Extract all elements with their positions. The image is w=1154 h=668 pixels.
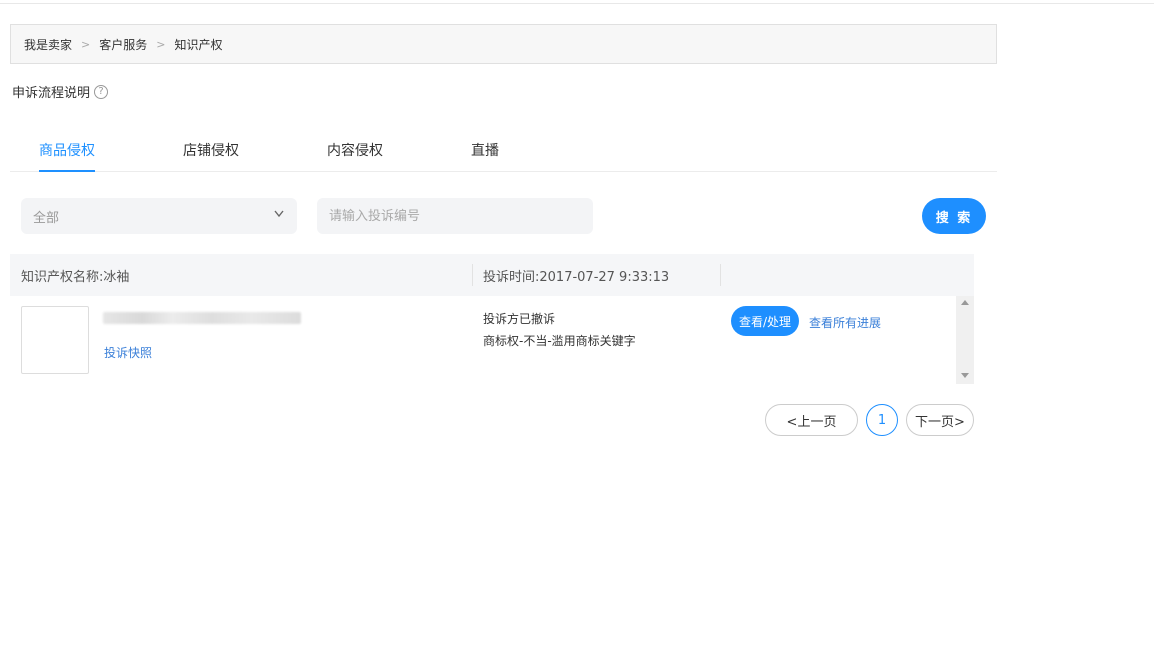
breadcrumb-item-ip: 知识产权 — [174, 37, 223, 52]
table-scrollbar[interactable] — [956, 296, 974, 384]
breadcrumb-item-customer-service[interactable]: 客户服务 — [99, 36, 147, 53]
status-select[interactable]: 全部 — [21, 198, 297, 234]
scroll-up-arrow-icon[interactable] — [961, 300, 969, 305]
top-divider — [0, 3, 1154, 4]
view-handle-button[interactable]: 查看/处理 — [731, 306, 799, 336]
complaint-number-input[interactable] — [317, 198, 593, 234]
ip-name-header: 知识产权名称:冰袖 — [21, 270, 130, 285]
tab-content-infringement[interactable]: 内容侵权 — [327, 140, 383, 172]
breadcrumb-separator: > — [81, 37, 91, 51]
view-all-progress-link[interactable]: 查看所有进展 — [809, 314, 881, 331]
prev-page-button[interactable]: <上一页 — [765, 404, 858, 436]
tab-live[interactable]: 直播 — [471, 140, 499, 172]
next-page-button[interactable]: 下一页> — [906, 404, 974, 436]
breadcrumb-separator: > — [156, 37, 166, 51]
status-select-value: 全部 — [33, 210, 60, 226]
header-scroll-spacer — [956, 254, 974, 296]
table-header: 知识产权名称:冰袖 投诉时间:2017-07-27 9:33:13 — [10, 254, 956, 296]
table-row: 投诉快照 投诉方已撤诉 商标权-不当-滥用商标关键字 查看/处理 查看所有进展 — [10, 296, 956, 384]
search-button[interactable]: 搜 索 — [922, 198, 986, 234]
complaint-status: 投诉方已撤诉 — [483, 312, 556, 326]
appeal-process-help[interactable]: 申诉流程说明 ? — [12, 82, 109, 101]
complaint-table: 知识产权名称:冰袖 投诉时间:2017-07-27 9:33:13 投诉快照 投… — [10, 254, 974, 384]
blurred-product-title — [103, 312, 301, 324]
product-thumbnail[interactable] — [21, 306, 89, 374]
complaint-time-header: 投诉时间:2017-07-27 9:33:13 — [483, 270, 670, 285]
tab-store-infringement[interactable]: 店铺侵权 — [183, 140, 239, 172]
tab-bar: 商品侵权 店铺侵权 内容侵权 直播 — [10, 128, 997, 172]
question-circle-icon[interactable]: ? — [94, 84, 109, 99]
breadcrumb: 我是卖家 > 客户服务 > 知识产权 — [10, 24, 997, 64]
column-divider — [472, 264, 473, 286]
tab-product-infringement[interactable]: 商品侵权 — [39, 140, 95, 172]
appeal-process-label: 申诉流程说明 — [12, 86, 91, 101]
breadcrumb-item-seller[interactable]: 我是卖家 — [24, 36, 72, 53]
column-divider — [720, 264, 721, 286]
scroll-down-arrow-icon[interactable] — [961, 373, 969, 378]
complaint-snapshot-link[interactable]: 投诉快照 — [104, 344, 152, 361]
complaint-reason: 商标权-不当-滥用商标关键字 — [483, 334, 636, 348]
chevron-down-icon — [273, 207, 285, 222]
page-number-button[interactable]: 1 — [866, 404, 898, 436]
